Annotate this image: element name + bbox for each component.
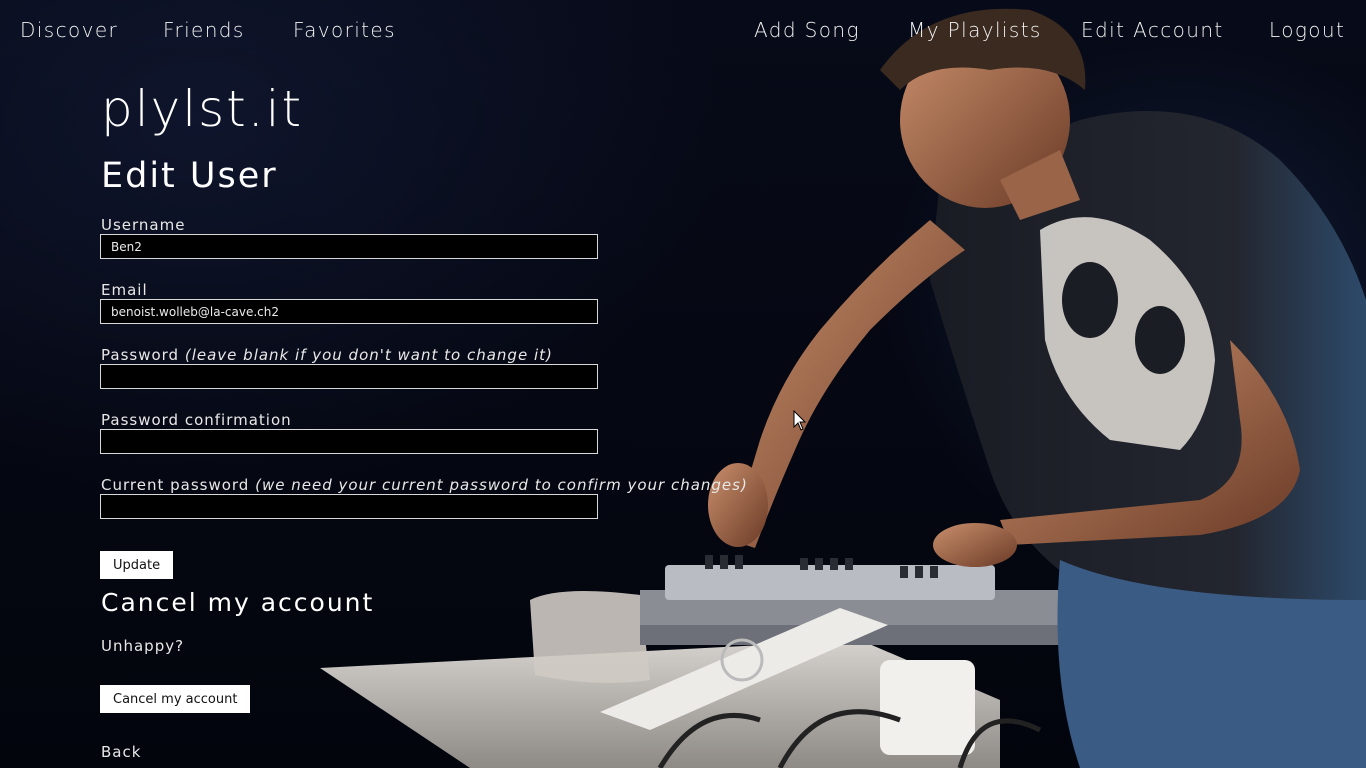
username-label: Username: [101, 216, 186, 234]
page-title: Edit User: [101, 156, 278, 196]
email-label: Email: [101, 281, 148, 299]
password-input[interactable]: [100, 364, 598, 389]
nav-favorites[interactable]: Favorites: [293, 18, 396, 42]
email-input[interactable]: [100, 299, 598, 324]
nav-edit-account[interactable]: Edit Account: [1081, 18, 1224, 42]
nav-discover[interactable]: Discover: [20, 18, 118, 42]
password-hint: (leave blank if you don't want to change…: [184, 346, 553, 364]
nav-logout[interactable]: Logout: [1269, 18, 1345, 42]
current-password-label: Current password: [101, 476, 250, 494]
brand-logo: plylst.it: [101, 80, 304, 138]
update-button[interactable]: Update: [100, 551, 174, 579]
nav-add-song[interactable]: Add Song: [754, 18, 860, 42]
nav-friends[interactable]: Friends: [163, 18, 245, 42]
current-password-label-row: Current password (we need your current p…: [101, 476, 748, 494]
mouse-cursor-icon: [793, 410, 807, 431]
nav-my-playlists[interactable]: My Playlists: [908, 18, 1042, 42]
back-link[interactable]: Back: [101, 743, 141, 761]
current-password-input[interactable]: [100, 494, 598, 519]
password-confirmation-input[interactable]: [100, 429, 598, 454]
password-label-row: Password (leave blank if you don't want …: [101, 346, 553, 364]
current-password-hint: (we need your current password to confir…: [255, 476, 748, 494]
cancel-account-heading: Cancel my account: [101, 588, 375, 617]
unhappy-text: Unhappy?: [101, 637, 185, 655]
password-label: Password: [101, 346, 180, 364]
top-nav: Discover Friends Favorites Add Song My P…: [0, 18, 1366, 50]
password-confirmation-label: Password confirmation: [101, 411, 292, 429]
username-input[interactable]: [100, 234, 598, 259]
cancel-account-button[interactable]: Cancel my account: [100, 685, 251, 713]
